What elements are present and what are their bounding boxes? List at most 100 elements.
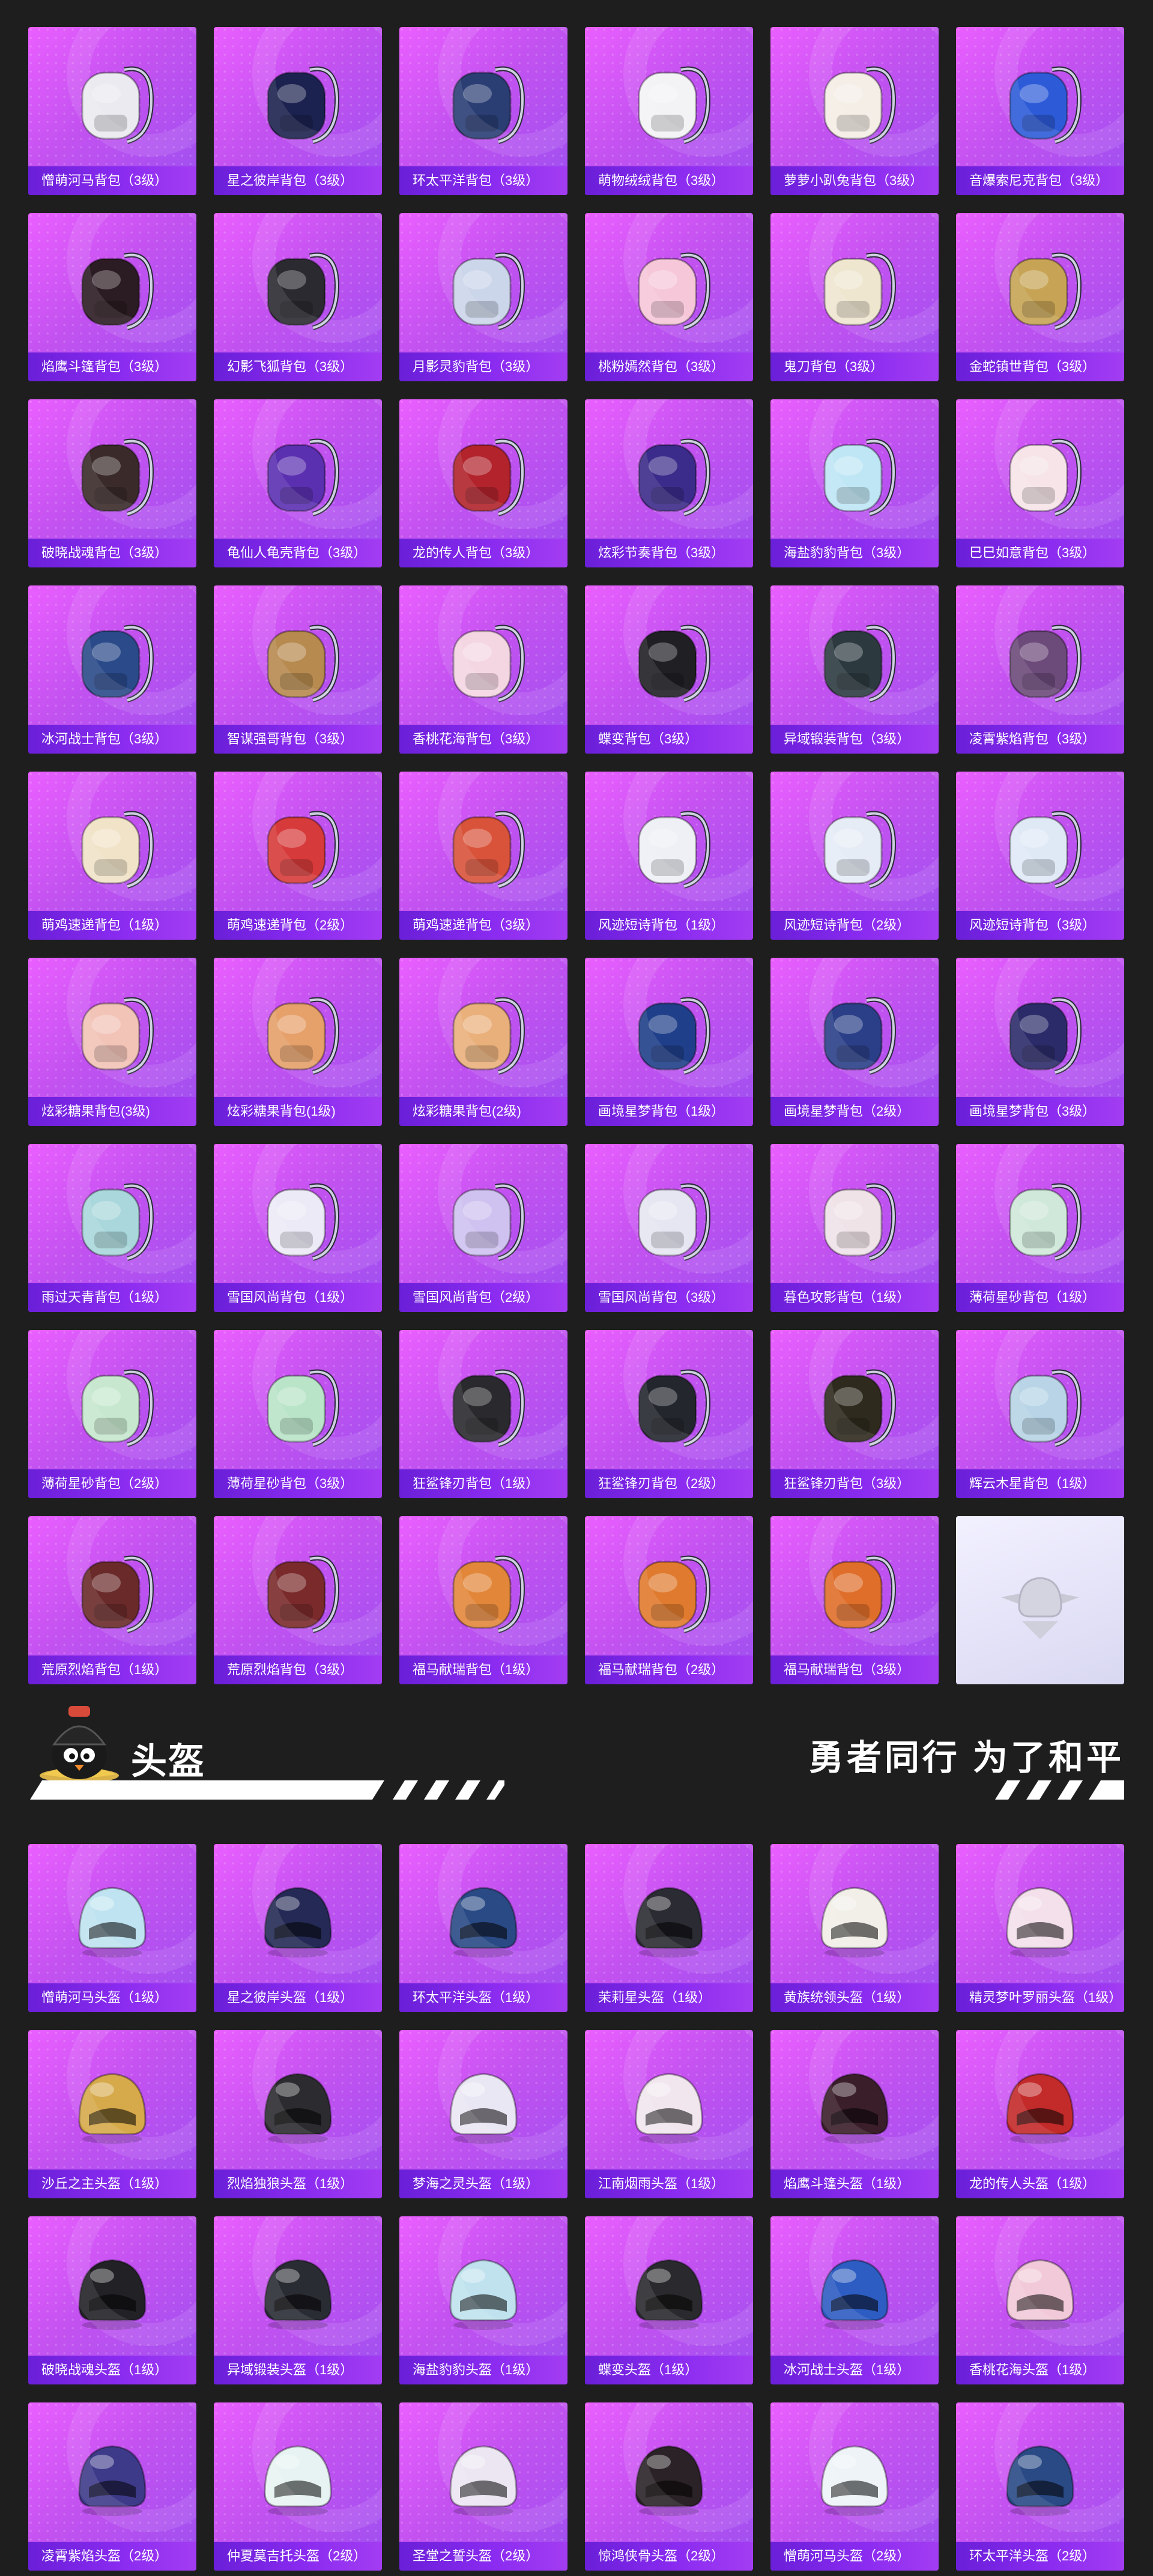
backpack-card[interactable]: 雪国风尚背包（3级） bbox=[585, 1144, 753, 1312]
violet-flame-backpack-icon bbox=[989, 610, 1091, 712]
backpack-card[interactable]: 风迹短诗背包（3级） bbox=[956, 772, 1124, 940]
helmet-card[interactable]: 环太平洋头盔（1级） bbox=[399, 1844, 567, 2012]
backpack-card[interactable]: 荒原烈焰背包（1级） bbox=[28, 1516, 196, 1684]
helmet-label: 仲夏莫吉托头盔（2级） bbox=[214, 2542, 382, 2571]
helmet-label: 江南烟雨头盔（1级） bbox=[585, 2169, 753, 2198]
backpack-card[interactable]: 龙的传人背包（3级） bbox=[399, 399, 567, 567]
helmet-card[interactable]: 焰鹰斗篷头盔（1级） bbox=[770, 2030, 939, 2198]
backpack-label: 福马献瑞背包（3级） bbox=[770, 1655, 939, 1684]
backpack-card[interactable]: 巳巳如意背包（3级） bbox=[956, 399, 1124, 567]
backpack-card[interactable]: 月影灵豹背包（3级） bbox=[399, 213, 567, 381]
helmet-label: 异域锻装头盔（1级） bbox=[214, 2356, 382, 2384]
backpack-label: 焰鹰斗篷背包（3级） bbox=[28, 352, 196, 381]
backpack-card[interactable]: 雪国风尚背包（1级） bbox=[214, 1144, 382, 1312]
helmet-card[interactable]: 精灵梦叶罗丽头盔（1级） bbox=[956, 1844, 1124, 2012]
starship-helmet-icon bbox=[247, 1869, 349, 1971]
backpack-card[interactable]: 星之彼岸背包（3级） bbox=[214, 27, 382, 195]
backpack-card[interactable]: 萝萝小趴兔背包（3级） bbox=[770, 27, 939, 195]
backpack-card[interactable]: 破晓战魂背包（3级） bbox=[28, 399, 196, 567]
backpack-card[interactable]: 焰鹰斗篷背包（3级） bbox=[28, 213, 196, 381]
helmet-card[interactable]: 海盐豹豹头盔（1级） bbox=[399, 2216, 567, 2384]
helmet-card[interactable]: 凌霄紫焰头盔（2级） bbox=[28, 2402, 196, 2571]
backpack-card[interactable]: 雨过天青背包（1级） bbox=[28, 1144, 196, 1312]
backpack-card[interactable]: 萌鸡速递背包（1级） bbox=[28, 772, 196, 940]
backpack-card[interactable]: 福马献瑞背包（3级） bbox=[770, 1516, 939, 1684]
backpack-card[interactable]: 蝶变背包（3级） bbox=[585, 585, 753, 754]
helmet-card[interactable]: 冰河战士头盔（1级） bbox=[770, 2216, 939, 2384]
chick-mascot-icon bbox=[40, 1706, 119, 1783]
candy-backpack-icon bbox=[432, 982, 534, 1084]
peach-backpack-icon bbox=[618, 238, 720, 340]
backpack-card[interactable]: 风迹短诗背包（1级） bbox=[585, 772, 753, 940]
mint-sand-backpack-icon bbox=[61, 1355, 163, 1457]
backpack-card[interactable]: 冰河战士背包（3级） bbox=[28, 585, 196, 754]
backpack-card[interactable]: 画境星梦背包（1级） bbox=[585, 958, 753, 1126]
backpack-card[interactable]: 炫彩糖果背包(3级) bbox=[28, 958, 196, 1126]
backpack-card[interactable]: 画境星梦背包（3级） bbox=[956, 958, 1124, 1126]
backpack-card[interactable]: 画境星梦背包（2级） bbox=[770, 958, 939, 1126]
backpack-card[interactable]: 音爆索尼克背包（3级） bbox=[956, 27, 1124, 195]
helmet-card[interactable]: 环太平洋头盔（2级） bbox=[956, 2402, 1124, 2571]
backpack-label: 雪国风尚背包（2级） bbox=[399, 1283, 567, 1312]
backpack-card[interactable]: 暮色攻影背包（1级） bbox=[770, 1144, 939, 1312]
backpack-label: 辉云木星背包（1级） bbox=[956, 1469, 1124, 1498]
backpack-card[interactable]: 雪国风尚背包（2级） bbox=[399, 1144, 567, 1312]
helmet-card[interactable]: 惊鸿侠骨头盔（2级） bbox=[585, 2402, 753, 2571]
backpack-card[interactable]: 炫彩糖果背包(2级) bbox=[399, 958, 567, 1126]
backpack-card[interactable]: 憎萌河马背包（3级） bbox=[28, 27, 196, 195]
helmet-card[interactable]: 憎萌河马头盔（1级） bbox=[28, 1844, 196, 2012]
backpack-card[interactable]: 环太平洋背包（3级） bbox=[399, 27, 567, 195]
backpack-card[interactable]: 狂鲨锋刃背包（2级） bbox=[585, 1330, 753, 1498]
backpack-card[interactable]: 异域锻装背包（3级） bbox=[770, 585, 939, 754]
helmet-card[interactable]: 梦海之灵头盔（1级） bbox=[399, 2030, 567, 2198]
backpack-card[interactable]: 狂鲨锋刃背包（1级） bbox=[399, 1330, 567, 1498]
sea-salt-helmet-icon bbox=[432, 2241, 534, 2343]
backpack-card[interactable]: 狂鲨锋刃背包（3级） bbox=[770, 1330, 939, 1498]
helmet-label: 黄族统领头盔（1级） bbox=[770, 1983, 939, 2012]
backpack-card[interactable]: 幻影飞狐背包（3级） bbox=[214, 213, 382, 381]
backpack-card[interactable]: 龟仙人龟壳背包（3级） bbox=[214, 399, 382, 567]
backpack-card[interactable]: 海盐豹豹背包（3级） bbox=[770, 399, 939, 567]
helmet-card[interactable]: 圣堂之誓头盔（2级） bbox=[399, 2402, 567, 2571]
helmet-card[interactable]: 江南烟雨头盔（1级） bbox=[585, 2030, 753, 2198]
helmet-card[interactable]: 仲夏莫吉托头盔（2级） bbox=[214, 2402, 382, 2571]
backpack-label: 薄荷星砂背包（3级） bbox=[214, 1469, 382, 1498]
flame-wolf-helmet-icon bbox=[247, 2055, 349, 2157]
backpack-card[interactable]: 炫彩节奏背包（3级） bbox=[585, 399, 753, 567]
backpack-card[interactable]: 风迹短诗背包（2级） bbox=[770, 772, 939, 940]
helmet-card[interactable]: 茉莉星头盔（1级） bbox=[585, 1844, 753, 2012]
helmet-card[interactable]: 蝶变头盔（1级） bbox=[585, 2216, 753, 2384]
exotic-armor-backpack-icon bbox=[803, 610, 906, 712]
backpack-card[interactable]: 桃粉嫣然背包（3级） bbox=[585, 213, 753, 381]
helmet-card[interactable]: 沙丘之主头盔（1级） bbox=[28, 2030, 196, 2198]
backpack-card[interactable]: 香桃花海背包（3级） bbox=[399, 585, 567, 754]
backpack-card[interactable]: 薄荷星砂背包（3级） bbox=[214, 1330, 382, 1498]
helmet-card[interactable]: 异域锻装头盔（1级） bbox=[214, 2216, 382, 2384]
backpack-card[interactable]: 萌物绒绒背包（3级） bbox=[585, 27, 753, 195]
helmet-card[interactable]: 香桃花海头盔（1级） bbox=[956, 2216, 1124, 2384]
helmet-card[interactable]: 憎萌河马头盔（2级） bbox=[770, 2402, 939, 2571]
backpack-label: 雨过天青背包（1级） bbox=[28, 1283, 196, 1312]
backpack-card[interactable]: 薄荷星砂背包（2级） bbox=[28, 1330, 196, 1498]
helmet-card[interactable]: 黄族统领头盔（1级） bbox=[770, 1844, 939, 2012]
helmet-card[interactable]: 龙的传人头盔（1级） bbox=[956, 2030, 1124, 2198]
backpack-label: 狂鲨锋刃背包（3级） bbox=[770, 1469, 939, 1498]
backpack-card[interactable]: 鬼刀背包（3级） bbox=[770, 213, 939, 381]
backpack-label: 暮色攻影背包（1级） bbox=[770, 1283, 939, 1312]
backpack-card[interactable]: 萌鸡速递背包（3级） bbox=[399, 772, 567, 940]
helmet-card[interactable]: 烈焰独狼头盔（1级） bbox=[214, 2030, 382, 2198]
backpack-card[interactable]: 荒原烈焰背包（3级） bbox=[214, 1516, 382, 1684]
backpack-card[interactable]: 智谋强哥背包（3级） bbox=[214, 585, 382, 754]
backpack-card[interactable]: 炫彩糖果背包(1级) bbox=[214, 958, 382, 1126]
backpack-card[interactable]: 薄荷星砂背包（1级） bbox=[956, 1144, 1124, 1312]
backpack-card[interactable]: 福马献瑞背包（1级） bbox=[399, 1516, 567, 1684]
backpack-card[interactable]: 福马献瑞背包（2级） bbox=[585, 1516, 753, 1684]
backpack-card[interactable]: 凌霄紫焰背包（3级） bbox=[956, 585, 1124, 754]
helmet-card[interactable]: 星之彼岸头盔（1级） bbox=[214, 1844, 382, 2012]
helmet-card[interactable]: 破晓战魂头盔（1级） bbox=[28, 2216, 196, 2384]
backpack-card[interactable]: 辉云木星背包（1级） bbox=[956, 1330, 1124, 1498]
helmet-label: 海盐豹豹头盔（1级） bbox=[399, 2356, 567, 2384]
backpack-card[interactable]: 萌鸡速递背包（2级） bbox=[214, 772, 382, 940]
backpack-card[interactable]: 金蛇镇世背包（3级） bbox=[956, 213, 1124, 381]
hippo-helmet-icon bbox=[803, 2427, 906, 2529]
